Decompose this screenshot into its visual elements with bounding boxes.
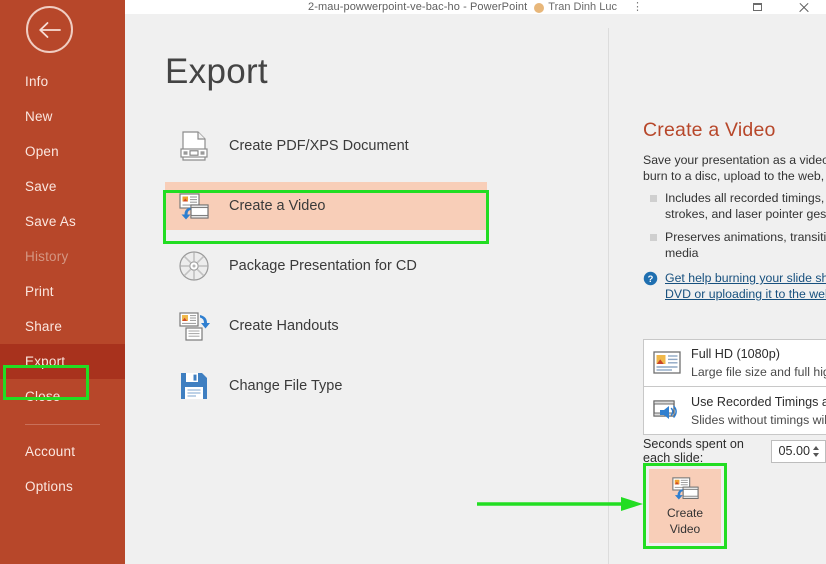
annotation-arrow-right [477,497,643,511]
stepper-buttons [810,441,825,462]
panel-description: Save your presentation as a video that y… [643,153,826,183]
timings-description: Slides without timings will use t… [691,412,826,427]
panel-bullet-list: Includes all recorded timings, narration… [643,190,826,261]
page-title: Export [165,52,268,91]
sidebar-item-close[interactable]: Close [0,379,125,414]
bullet-square-icon [650,234,657,241]
create-video-button-line1: Create [666,506,704,520]
sidebar-item-history[interactable]: History [0,239,125,274]
content-divider [608,28,609,564]
pdf-xps-document-icon [180,131,208,161]
sidebar-item-label: History [25,249,69,264]
powerpoint-backstage-export-screen: 2-mau-powwerpoint-ve-bac-ho - PowerPoint… [0,0,826,564]
export-option-label: Create PDF/XPS Document [229,138,409,154]
sidebar-item-export[interactable]: Export [0,344,125,379]
bullet-text: Includes all recorded timings, narration… [665,191,826,221]
export-option-package-for-cd[interactable]: Package Presentation for CD [165,242,487,290]
arrow-left-icon [38,21,61,38]
sidebar-item-options[interactable]: Options [0,469,125,504]
sidebar-item-label: Save As [25,214,76,229]
timings-narrations-dropdown[interactable]: Use Recorded Timings and Narr… Slides wi… [643,387,826,435]
timings-value: Use Recorded Timings and Narr… [691,394,826,409]
export-option-create-a-video[interactable]: Create a Video [165,182,487,230]
user-name: Tran Dinh Luc [548,1,617,13]
help-link-row[interactable]: ? Get help burning your slide show video… [643,270,826,302]
help-question-icon: ? [643,271,658,286]
export-option-label: Create a Video [229,198,326,214]
document-title: 2-mau-powwerpoint-ve-bac-ho - PowerPoint [308,1,528,13]
video-settings-dropdowns: Full HD (1080p) Large file size and full… [643,339,826,435]
sidebar-item-account[interactable]: Account [0,434,125,469]
export-option-create-pdf-xps[interactable]: Create PDF/XPS Document [165,122,487,170]
user-account-chip[interactable]: Tran Dinh Luc [534,0,617,14]
bullet-text: Preserves animations, transitions, and m… [665,230,826,260]
help-link[interactable]: Get help burning your slide show video t… [665,270,826,302]
sidebar-divider [25,424,100,425]
export-option-label: Change File Type [229,378,343,394]
sidebar-item-info[interactable]: Info [0,64,125,99]
bullet-square-icon [650,195,657,202]
sidebar-item-label: Print [25,284,54,299]
create-video-icon [179,193,209,220]
create-video-icon [672,477,699,500]
title-bar: 2-mau-powwerpoint-ve-bac-ho - PowerPoint… [125,0,826,14]
sidebar-item-label: Info [25,74,49,89]
video-quality-value: Full HD (1080p) [691,347,780,361]
more-options-icon[interactable]: ⋮ [632,0,643,14]
export-option-label: Create Handouts [229,318,339,334]
stepper-up-icon[interactable] [813,445,819,450]
video-quality-dropdown[interactable]: Full HD (1080p) Large file size and full… [643,339,826,387]
seconds-per-slide-value[interactable]: 05.00 [772,444,810,458]
backstage-sidebar: Info New Open Save Save As History Print… [0,0,125,564]
cd-disc-icon [179,251,209,281]
sidebar-item-new[interactable]: New [0,99,125,134]
timings-texts: Use Recorded Timings and Narr… Slides wi… [682,393,826,429]
create-video-button[interactable]: Create Video [649,469,721,543]
sidebar-item-label: Export [25,354,66,369]
list-item: Preserves animations, transitions, and m… [643,229,826,261]
close-icon [798,2,809,13]
svg-text:?: ? [648,274,654,284]
presentation-quality-icon [653,351,681,374]
export-option-label: Package Presentation for CD [229,258,417,274]
restore-window-button[interactable] [734,0,780,14]
video-quality-texts: Full HD (1080p) Large file size and full… [682,345,826,381]
create-video-button-line2: Video [669,522,701,536]
sidebar-item-save-as[interactable]: Save As [0,204,125,239]
sidebar-item-label: New [25,109,53,124]
sidebar-item-label: Options [25,479,73,494]
backstage-content: Export Create PDF/XPS Document Create a … [125,14,826,564]
sidebar-item-open[interactable]: Open [0,134,125,169]
export-option-change-file-type[interactable]: Change File Type [165,362,487,410]
panel-title: Create a Video [643,119,776,141]
back-button[interactable] [26,6,73,53]
stepper-down-icon[interactable] [813,452,819,457]
close-window-button[interactable] [780,0,826,14]
seconds-per-slide-label: Seconds spent on each slide: [643,437,744,465]
export-option-create-handouts[interactable]: Create Handouts [165,302,487,350]
export-command-list: Create PDF/XPS Document Create a Video P… [165,122,487,410]
sidebar-item-label: Open [25,144,59,159]
sidebar-item-label: Save [25,179,57,194]
sidebar-item-save[interactable]: Save [0,169,125,204]
restore-icon [752,3,762,11]
sidebar-item-label: Account [25,444,76,459]
window-controls [734,0,826,14]
avatar [534,3,545,13]
sidebar-nav: Info New Open Save Save As History Print… [0,64,125,504]
film-speaker-icon [653,399,677,419]
create-video-panel: Create a Video Save your presentation as… [643,119,826,302]
list-item: Includes all recorded timings, narration… [643,190,826,222]
title-bar-center: 2-mau-powwerpoint-ve-bac-ho - PowerPoint… [125,0,826,14]
seconds-per-slide-row: Seconds spent on each slide: 05.00 [643,437,826,465]
sidebar-item-print[interactable]: Print [0,274,125,309]
sidebar-item-label: Share [25,319,63,334]
video-quality-description: Large file size and full high quali… [691,365,826,379]
sidebar-item-share[interactable]: Share [0,309,125,344]
seconds-per-slide-stepper[interactable]: 05.00 [771,439,826,463]
save-floppy-icon [181,373,207,399]
sidebar-item-label: Close [25,389,61,404]
create-handouts-icon [179,312,210,341]
